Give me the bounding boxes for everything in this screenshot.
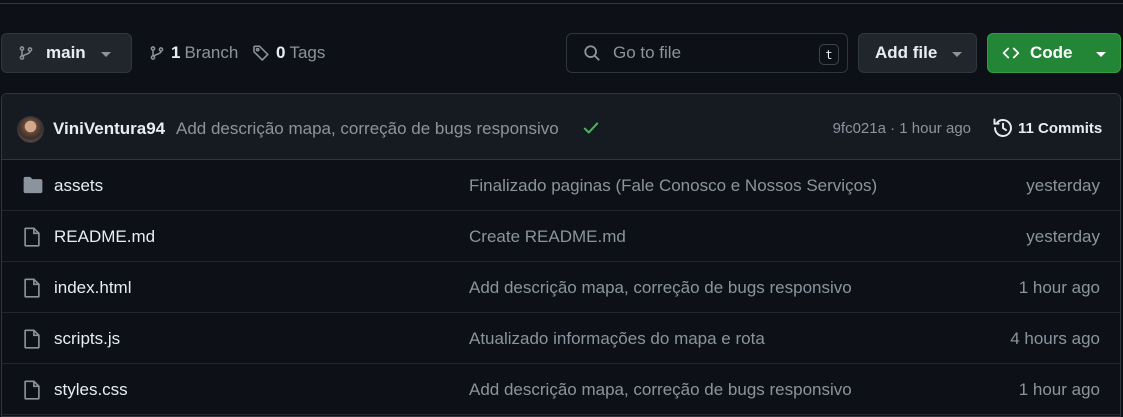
code-label: Code (1030, 43, 1073, 62)
commit-message[interactable]: Add descrição mapa, correção de bugs res… (176, 119, 559, 139)
file-commit-time: yesterday (1026, 227, 1100, 246)
tag-icon (253, 45, 269, 62)
commit-sha-time[interactable]: 9fc021a · 1 hour ago (833, 120, 971, 137)
file-commit-time: 4 hours ago (1010, 329, 1100, 348)
file-row-scripts[interactable]: scripts.js Atualizado informações do map… (2, 313, 1120, 364)
commits-count-label: 11 Commits (1018, 119, 1103, 137)
keyboard-shortcut-hint: t (819, 44, 839, 65)
file-name[interactable]: index.html (54, 278, 131, 298)
git-branch-icon (19, 46, 33, 60)
file-row-readme[interactable]: README.md Create README.md yesterday (2, 211, 1120, 262)
code-button[interactable]: Code (987, 33, 1121, 73)
go-to-file-search[interactable]: t (566, 33, 848, 73)
branch-count: 1 (171, 43, 181, 62)
add-file-label: Add file (875, 43, 938, 62)
branch-label: Branch (184, 43, 239, 62)
file-icon (24, 278, 40, 298)
file-browser: ViniVentura94 Add descrição mapa, correç… (1, 93, 1121, 417)
search-input[interactable] (613, 43, 813, 63)
file-icon (24, 227, 40, 247)
search-icon (584, 45, 600, 61)
avatar[interactable] (17, 116, 44, 143)
file-row-index[interactable]: index.html Add descrição mapa, correção … (2, 262, 1120, 313)
history-icon (993, 118, 1012, 137)
branch-selector-button[interactable]: main (1, 33, 132, 73)
file-commit-time: 1 hour ago (1018, 380, 1100, 399)
git-branch-icon (150, 46, 164, 60)
file-name[interactable]: README.md (54, 227, 155, 247)
file-commit-message[interactable]: Add descrição mapa, correção de bugs res… (469, 278, 852, 298)
file-row-styles[interactable]: styles.css Add descrição mapa, correção … (2, 364, 1120, 415)
tag-label: Tags (289, 43, 326, 62)
folder-icon (23, 176, 43, 194)
file-commit-time: yesterday (1026, 176, 1100, 195)
file-icon (24, 329, 40, 349)
add-file-button[interactable]: Add file (858, 33, 977, 73)
file-commit-message[interactable]: Atualizado informações do mapa e rota (469, 329, 765, 349)
chevron-down-icon (1096, 52, 1106, 57)
repo-toolbar: main 1 Branch 0 Tags t Add file Code (0, 33, 1123, 73)
commit-author[interactable]: ViniVentura94 (53, 119, 165, 139)
file-name[interactable]: styles.css (54, 380, 128, 400)
file-name[interactable]: assets (54, 176, 103, 196)
chevron-down-icon (101, 52, 111, 57)
file-row-assets[interactable]: assets Finalizado paginas (Fale Conosco … (2, 160, 1120, 211)
check-icon[interactable] (582, 119, 600, 137)
code-icon (1002, 47, 1020, 59)
file-commit-message[interactable]: Finalizado paginas (Fale Conosco e Nosso… (469, 176, 877, 196)
top-divider (0, 3, 1123, 4)
branches-link[interactable]: 1 Branch (149, 33, 238, 73)
file-commit-message[interactable]: Add descrição mapa, correção de bugs res… (469, 380, 852, 400)
file-commit-time: 1 hour ago (1018, 278, 1100, 297)
branch-name: main (46, 43, 86, 62)
file-commit-message[interactable]: Create README.md (469, 227, 626, 247)
latest-commit-bar: ViniVentura94 Add descrição mapa, correç… (2, 94, 1120, 160)
commits-history-link[interactable]: 11 Commits (992, 116, 1102, 140)
tag-count: 0 (276, 43, 286, 62)
chevron-down-icon (952, 52, 962, 57)
tags-link[interactable]: 0 Tags (252, 33, 325, 73)
file-icon (24, 380, 40, 400)
file-name[interactable]: scripts.js (54, 329, 120, 349)
